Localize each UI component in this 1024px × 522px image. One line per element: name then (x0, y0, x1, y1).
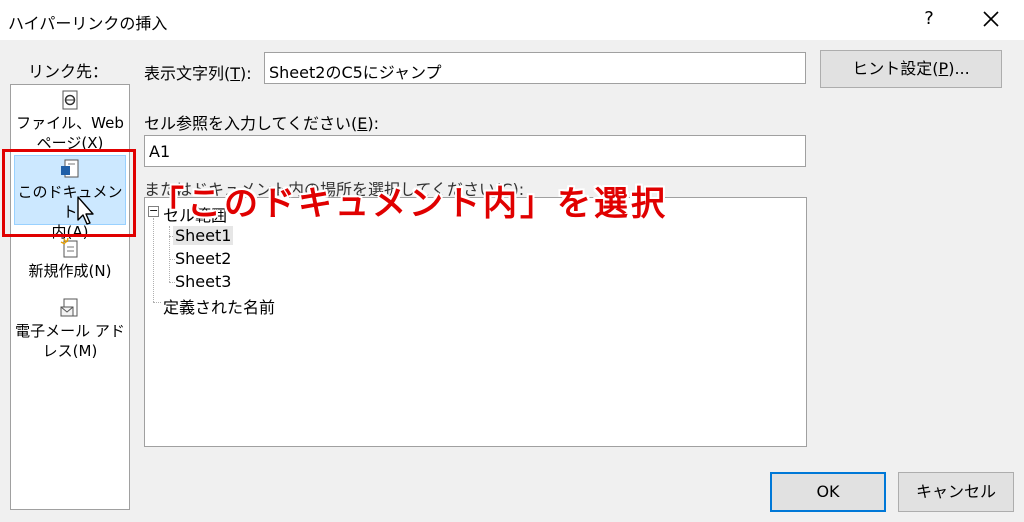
tree-connector (169, 226, 170, 282)
close-icon (983, 11, 999, 27)
file-web-icon (62, 90, 78, 110)
screentip-button[interactable]: ヒント設定(P)... (820, 50, 1002, 88)
cancel-button[interactable]: キャンセル (898, 472, 1014, 512)
email-icon (60, 298, 78, 317)
sidebar-item-label: 電子メール アド レス(M) (15, 322, 125, 360)
title-bar: ハイパーリンクの挿入 ? (0, 0, 1024, 40)
place-in-document-tree[interactable]: − セル範囲 Sheet1 Sheet2 Sheet3 定義された名前 (144, 197, 807, 447)
dialog-title: ハイパーリンクの挿入 (8, 14, 168, 33)
sidebar-item-label: ファイル、Web ページ(X) (16, 114, 124, 152)
close-button[interactable] (976, 4, 1006, 34)
tree-node-sheet[interactable]: Sheet2 (175, 249, 231, 268)
mouse-cursor-icon (77, 196, 94, 225)
link-to-label: リンク先： (28, 62, 109, 81)
display-text-input[interactable]: Sheet2のC5にジャンプ (264, 52, 806, 84)
highlight-frame (2, 149, 136, 237)
sidebar-item-file-web[interactable]: ファイル、Web ページ(X) (11, 89, 129, 153)
cell-reference-input[interactable]: A1 (144, 135, 806, 167)
link-to-sidebar: ファイル、Web ページ(X) このドキュメント 内(A) 新規作成(N) 電子… (10, 84, 130, 510)
cell-reference-label: セル参照を入力してください(E): (144, 114, 380, 133)
new-document-icon (60, 237, 78, 258)
tree-node-sheet[interactable]: Sheet1 (173, 226, 234, 245)
sidebar-item-email[interactable]: 電子メール アド レス(M) (11, 297, 129, 361)
tree-node-sheet[interactable]: Sheet3 (175, 272, 231, 291)
tree-connector (153, 302, 161, 303)
display-text-label: 表示文字列(T): (144, 64, 252, 83)
tree-connector (153, 218, 154, 302)
ok-button[interactable]: OK (770, 472, 886, 512)
tree-node-defined-names[interactable]: 定義された名前 (163, 294, 275, 318)
help-button[interactable]: ? (914, 4, 944, 34)
annotation-callout: 「このドキュメント内」を選択 (150, 184, 668, 224)
sidebar-item-label: 新規作成(N) (28, 262, 112, 280)
sidebar-item-new-document[interactable]: 新規作成(N) (11, 237, 129, 281)
